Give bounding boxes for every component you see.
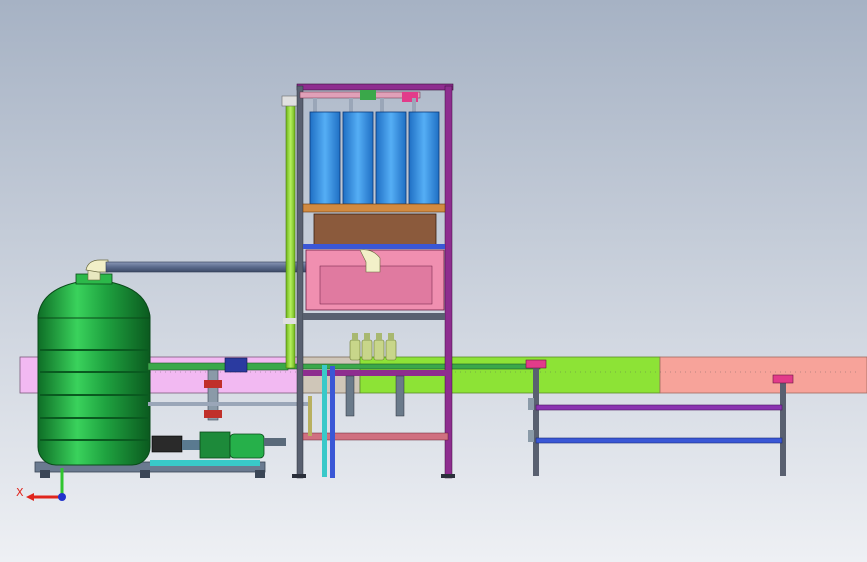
side-rail-blue	[535, 437, 783, 444]
x-axis-label: X	[16, 486, 24, 499]
cad-viewport[interactable]: X	[0, 0, 867, 562]
frame-right-post	[444, 85, 453, 479]
filling-line-drawing	[0, 0, 867, 562]
conveyor-section-salmon	[659, 356, 867, 394]
hopper-bin-1	[309, 111, 341, 205]
hopper-bin-4	[408, 111, 440, 205]
shelf-upper	[302, 203, 446, 213]
hopper-bin-3	[375, 111, 407, 205]
pump-housing	[199, 431, 231, 459]
side-rail-purple	[535, 404, 783, 411]
frame-top-beam	[296, 83, 454, 91]
pump-inlet-valve	[151, 435, 183, 453]
machine-box	[313, 213, 437, 247]
shelf-middle	[303, 313, 445, 320]
hopper-bin-2	[342, 111, 374, 205]
pump-motor	[229, 433, 265, 459]
frame-left-post	[296, 85, 304, 479]
